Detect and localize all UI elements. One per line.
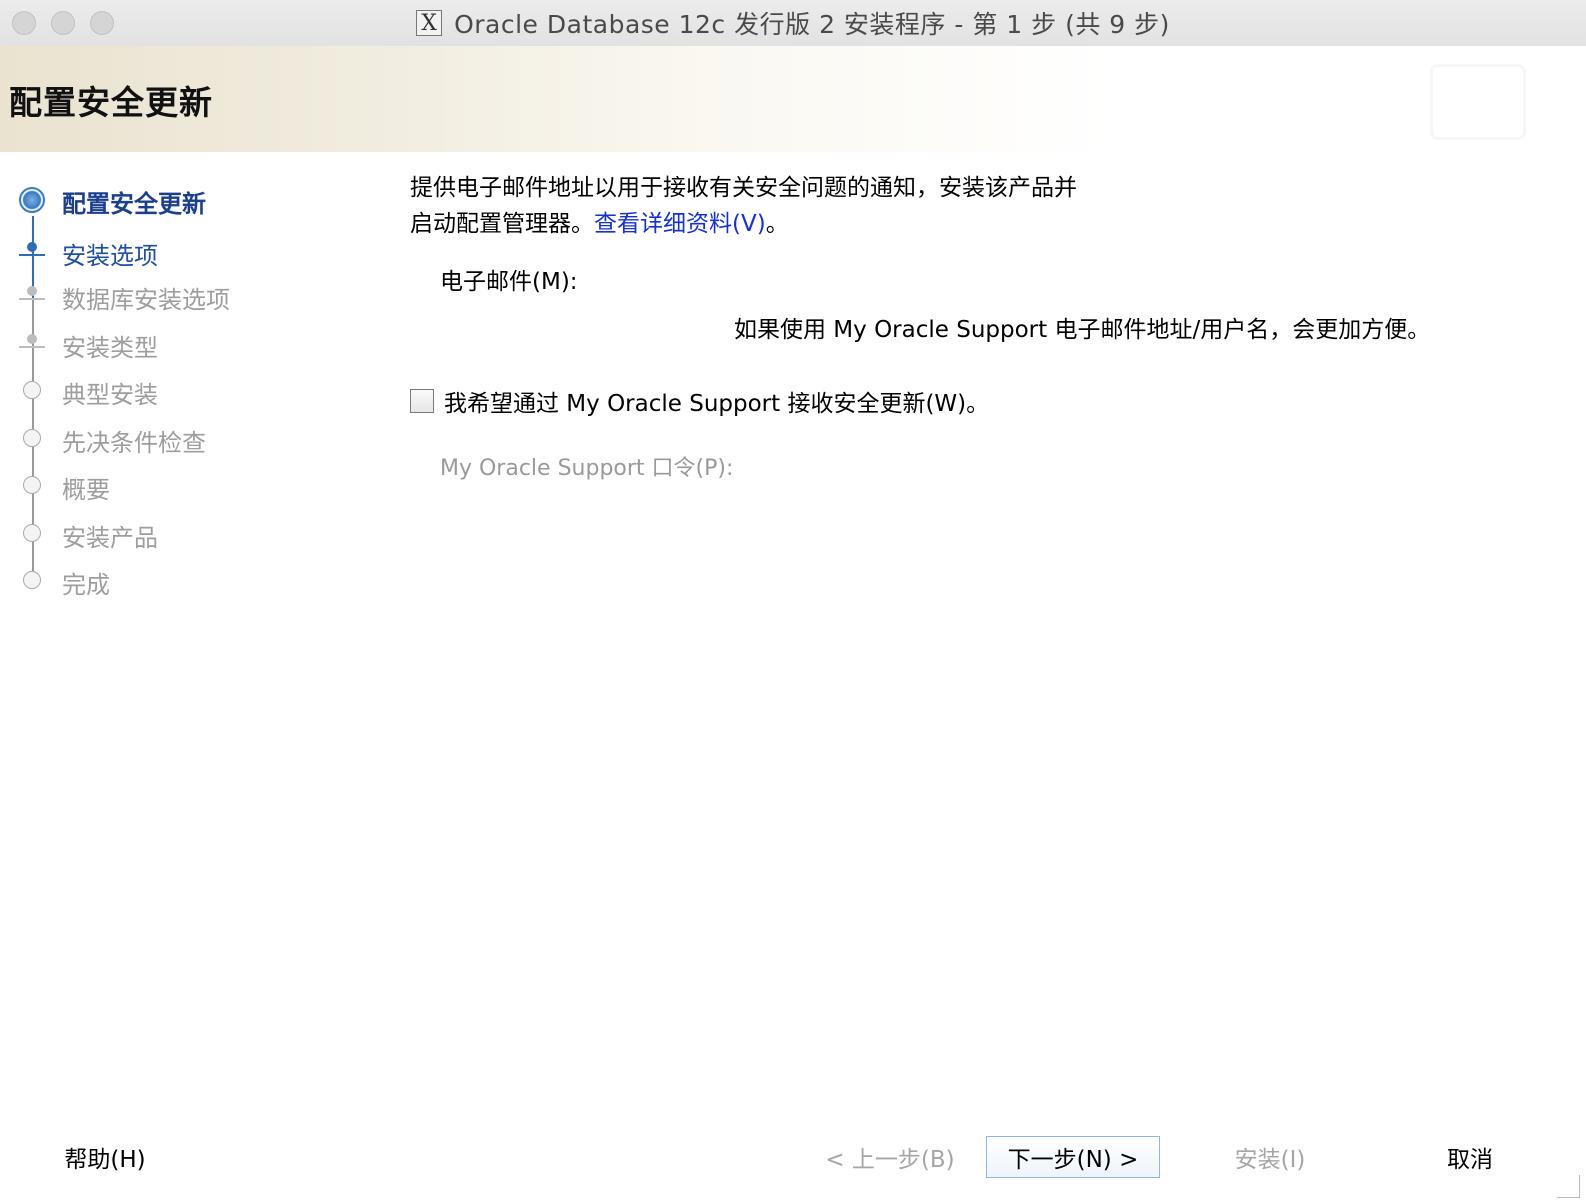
step-item-typical-install: 典型安装 (0, 371, 380, 411)
view-details-link[interactable]: 查看详细资料(V) (594, 211, 766, 237)
cancel-button[interactable]: 取消 (1425, 1136, 1515, 1178)
description-line-2: 启动配置管理器。查看详细资料(V)。 (410, 206, 1077, 242)
step-label: 完成 (62, 571, 110, 599)
step-person-icon (23, 242, 41, 260)
step-node-icon (23, 524, 41, 542)
back-button[interactable]: < 上一步(B) (810, 1136, 970, 1178)
current-step-icon (19, 187, 45, 213)
page-title: 配置安全更新 (9, 83, 213, 122)
step-label: 数据库安装选项 (62, 286, 230, 314)
step-item-install-type: 安装类型 (0, 324, 380, 364)
window-title-wrap: X Oracle Database 12c 发行版 2 安装程序 - 第 1 步… (0, 0, 1586, 46)
email-hint: 如果使用 My Oracle Support 电子邮件地址/用户名，会更加方便。 (734, 317, 1431, 343)
password-field[interactable] (730, 446, 1294, 480)
receive-updates-label[interactable]: 我希望通过 My Oracle Support 接收安全更新(W)。 (444, 384, 989, 418)
x11-icon: X (416, 10, 443, 36)
email-label: 电子邮件(M): (440, 269, 578, 295)
step-node-icon (23, 571, 41, 589)
next-button[interactable]: 下一步(N) > (986, 1136, 1160, 1178)
step-item-summary: 概要 (0, 466, 380, 506)
description-line-2-text: 启动配置管理器。 (410, 211, 594, 237)
step-person-icon (23, 334, 41, 352)
step-item-configure-security-updates[interactable]: 配置安全更新 (0, 180, 380, 220)
step-item-prerequisite-checks: 先决条件检查 (0, 419, 380, 459)
step-label: 安装产品 (62, 524, 158, 552)
banner-decoration (1430, 64, 1526, 140)
security-updates-option[interactable]: 我希望通过 My Oracle Support 接收安全更新(W)。 (410, 384, 989, 418)
step-item-finish: 完成 (0, 561, 380, 601)
step-label: 配置安全更新 (62, 190, 206, 218)
email-field[interactable] (580, 258, 1564, 294)
window-titlebar: X Oracle Database 12c 发行版 2 安装程序 - 第 1 步… (0, 0, 1586, 47)
step-item-installation-options[interactable]: 安装选项 (0, 232, 380, 272)
description-line-2-end: 。 (765, 211, 789, 237)
password-label: My Oracle Support 口令(P): (440, 456, 734, 481)
receive-updates-checkbox[interactable] (410, 389, 434, 413)
step-item-database-installation-options: 数据库安装选项 (0, 276, 380, 316)
step-item-install-product: 安装产品 (0, 514, 380, 554)
step-person-icon (23, 286, 41, 304)
help-button[interactable]: 帮助(H) (50, 1136, 160, 1178)
header-banner: 配置安全更新 (0, 46, 1586, 152)
resize-grip-icon[interactable] (1557, 1175, 1580, 1198)
description: 提供电子邮件地址以用于接收有关安全问题的通知，安装该产品并 启动配置管理器。查看… (410, 170, 1077, 242)
step-node-icon (23, 429, 41, 447)
step-label: 典型安装 (62, 381, 158, 409)
step-label: 安装选项 (62, 242, 158, 270)
description-line-1: 提供电子邮件地址以用于接收有关安全问题的通知，安装该产品并 (410, 175, 1077, 201)
step-node-icon (23, 476, 41, 494)
install-button[interactable]: 安装(I) (1215, 1136, 1325, 1178)
step-label: 先决条件检查 (62, 429, 206, 457)
step-label: 安装类型 (62, 334, 158, 362)
step-node-icon (23, 381, 41, 399)
step-label: 概要 (62, 476, 110, 504)
window-title: Oracle Database 12c 发行版 2 安装程序 - 第 1 步 (… (454, 10, 1170, 39)
